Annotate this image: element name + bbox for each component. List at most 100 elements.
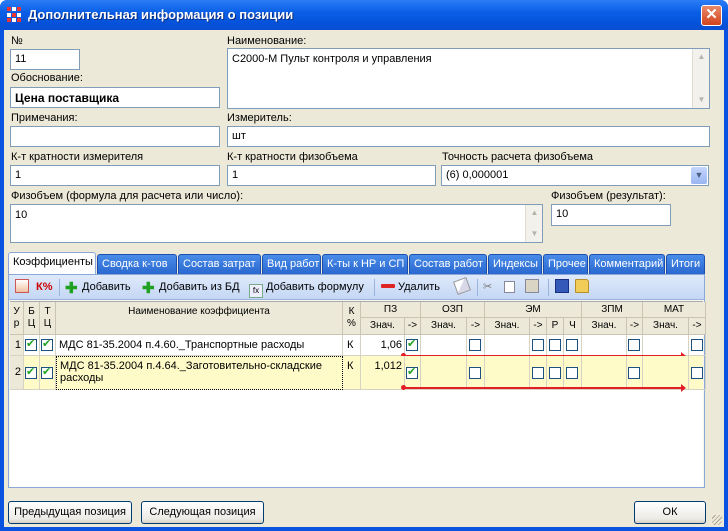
- formula-scrollbar[interactable]: ▲ ▼: [525, 205, 542, 242]
- scroll-up-icon[interactable]: ▲: [694, 50, 709, 64]
- add-from-db-button[interactable]: ✚ Добавить из БД: [142, 279, 240, 296]
- em-arrow-cell[interactable]: [530, 356, 547, 390]
- col-header-zpm[interactable]: ЗПМ: [582, 302, 643, 318]
- table-row[interactable]: 1 МДС 81-35.2004 п.4.60._Транспортные ра…: [10, 335, 706, 360]
- eraser-icon[interactable]: [453, 277, 472, 296]
- col-header-ozp-val[interactable]: Знач.: [421, 318, 467, 335]
- zpm-value[interactable]: [582, 335, 627, 356]
- add-formula-button[interactable]: fx Добавить формулу: [249, 279, 364, 298]
- copy-icon[interactable]: [504, 279, 518, 296]
- edit-icon[interactable]: [15, 279, 32, 296]
- col-header-mat[interactable]: МАТ: [643, 302, 706, 318]
- em-r-cell[interactable]: [547, 356, 564, 390]
- em-ch-cell[interactable]: [564, 356, 582, 390]
- tab-work-composition[interactable]: Состав работ: [409, 254, 487, 274]
- k-percent-icon[interactable]: К%: [36, 279, 53, 296]
- tab-indexes[interactable]: Индексы: [488, 254, 542, 274]
- zpm-arrow-checkbox[interactable]: [628, 339, 640, 351]
- tab-cost-composition[interactable]: Состав затрат: [178, 254, 261, 274]
- col-header-mat-val[interactable]: Знач.: [643, 318, 689, 335]
- ozp-arrow-cell[interactable]: [467, 335, 485, 356]
- scroll-up-icon[interactable]: ▲: [527, 206, 542, 220]
- em-arrow-cell[interactable]: [530, 335, 547, 356]
- name-field[interactable]: С2000-М Пульт контроля и управления ▲ ▼: [227, 48, 710, 109]
- pz-value[interactable]: 1,06: [361, 335, 405, 356]
- chevron-down-icon[interactable]: ▼: [691, 167, 707, 184]
- tc-cell[interactable]: [40, 356, 56, 390]
- col-header-zpm-arrow[interactable]: ->: [627, 318, 643, 335]
- notes-field[interactable]: [10, 126, 220, 147]
- bc-checkbox[interactable]: [25, 337, 37, 351]
- col-header-tc[interactable]: Т Ц: [40, 302, 56, 335]
- tc-checkbox[interactable]: [41, 365, 53, 379]
- tab-totals[interactable]: Итоги: [666, 254, 705, 274]
- k-cell[interactable]: К: [343, 356, 361, 390]
- col-header-ozp[interactable]: ОЗП: [421, 302, 485, 318]
- ozp-value[interactable]: [421, 335, 467, 356]
- scroll-down-icon[interactable]: ▼: [694, 93, 709, 107]
- ozp-arrow-checkbox[interactable]: [469, 339, 481, 351]
- col-header-kpct[interactable]: К %: [343, 302, 361, 335]
- col-header-pz[interactable]: ПЗ: [361, 302, 421, 318]
- tab-coefficients[interactable]: Коэффициенты: [8, 252, 96, 275]
- result-field[interactable]: 10: [551, 204, 671, 226]
- zpm-arrow-cell[interactable]: [627, 335, 643, 356]
- ozp-value[interactable]: [421, 356, 467, 390]
- col-header-ur[interactable]: У р: [10, 302, 24, 335]
- em-arrow-checkbox[interactable]: [532, 367, 544, 379]
- col-header-em-r[interactable]: Р: [547, 318, 564, 335]
- pz-arrow-checkbox[interactable]: [406, 337, 418, 351]
- zpm-value[interactable]: [582, 356, 627, 390]
- zpm-arrow-cell[interactable]: [627, 356, 643, 390]
- col-header-em-arrow[interactable]: ->: [530, 318, 547, 335]
- col-header-bc[interactable]: Б Ц: [24, 302, 40, 335]
- col-header-mat-arrow[interactable]: ->: [689, 318, 706, 335]
- col-header-em-val[interactable]: Знач.: [485, 318, 530, 335]
- pz-value[interactable]: 1,012: [361, 356, 405, 390]
- scroll-down-icon[interactable]: ▼: [527, 227, 542, 241]
- col-header-pz-val[interactable]: Знач.: [361, 318, 405, 335]
- paste-icon[interactable]: [525, 279, 542, 296]
- tab-overhead-coefs[interactable]: К-ты к НР и СП: [322, 254, 408, 274]
- mat-arrow-checkbox[interactable]: [691, 367, 703, 379]
- unit-multiplier-field[interactable]: 1: [10, 165, 220, 186]
- volume-multiplier-field[interactable]: 1: [227, 165, 436, 186]
- ozp-arrow-checkbox[interactable]: [469, 367, 481, 379]
- precision-select[interactable]: (6) 0,000001 ▼: [441, 165, 709, 186]
- em-r-cell[interactable]: [547, 335, 564, 356]
- em-arrow-checkbox[interactable]: [532, 339, 544, 351]
- em-ch-checkbox[interactable]: [566, 339, 578, 351]
- save-icon[interactable]: [555, 279, 572, 296]
- col-header-em-ch[interactable]: Ч: [564, 318, 582, 335]
- em-ch-cell[interactable]: [564, 335, 582, 356]
- tc-cell[interactable]: [40, 335, 56, 356]
- basis-field[interactable]: Цена поставщика: [10, 87, 220, 108]
- add-button[interactable]: ✚ Добавить: [65, 279, 131, 296]
- em-value[interactable]: [485, 356, 530, 390]
- formula-field[interactable]: 10 ▲ ▼: [10, 204, 543, 243]
- table-row[interactable]: 2 МДС 81-35.2004 п.4.64._Заготовительно-…: [10, 356, 706, 392]
- bc-cell[interactable]: [24, 356, 40, 390]
- tab-other[interactable]: Прочее: [543, 254, 588, 274]
- em-ch-checkbox[interactable]: [566, 367, 578, 379]
- close-button[interactable]: ✕: [701, 5, 722, 26]
- delete-button[interactable]: Удалить: [381, 279, 440, 296]
- open-folder-icon[interactable]: [575, 279, 592, 296]
- bc-checkbox[interactable]: [25, 365, 37, 379]
- number-field[interactable]: 11: [10, 49, 80, 70]
- em-r-checkbox[interactable]: [549, 367, 561, 379]
- tab-coef-summary[interactable]: Сводка к-тов: [97, 254, 177, 274]
- mat-arrow-cell[interactable]: [689, 335, 706, 356]
- em-r-checkbox[interactable]: [549, 339, 561, 351]
- zpm-arrow-checkbox[interactable]: [628, 367, 640, 379]
- pz-arrow-cell[interactable]: [405, 356, 421, 390]
- col-header-pz-arrow[interactable]: ->: [405, 318, 421, 335]
- mat-arrow-checkbox[interactable]: [691, 339, 703, 351]
- ozp-arrow-cell[interactable]: [467, 356, 485, 390]
- col-header-em[interactable]: ЭМ: [485, 302, 582, 318]
- resize-grip-icon[interactable]: [712, 515, 722, 525]
- pz-arrow-cell[interactable]: [405, 335, 421, 356]
- col-header-name[interactable]: Наименование коэффициента: [56, 302, 343, 335]
- previous-position-button[interactable]: Предыдущая позиция: [8, 501, 132, 524]
- col-header-zpm-val[interactable]: Знач.: [582, 318, 627, 335]
